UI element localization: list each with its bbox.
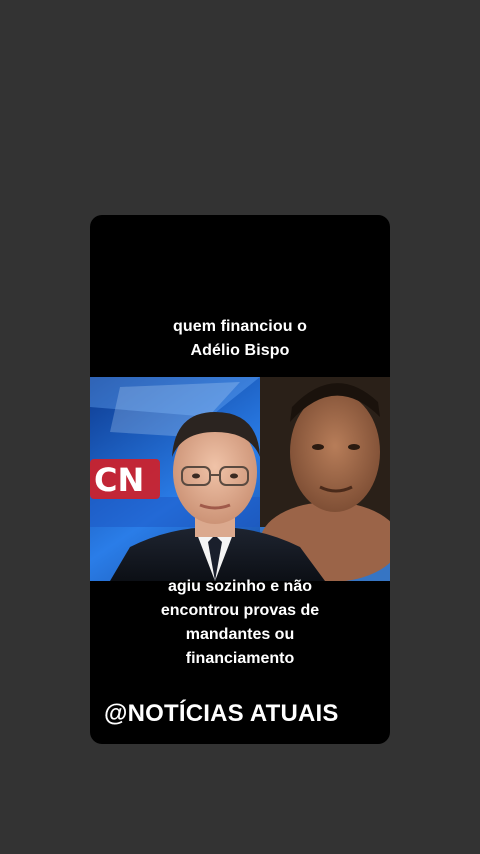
channel-watermark: @NOTÍCIAS ATUAIS [104, 700, 339, 727]
caption-top: quem financiou o Adélio Bispo [90, 315, 390, 363]
logo-text: CN [94, 461, 144, 499]
news-video-frame[interactable]: CN [90, 377, 390, 581]
caption-bottom-line: mandantes ou [185, 626, 295, 643]
caption-top-line: quem financiou o [172, 318, 308, 335]
video-card[interactable]: quem financiou o Adélio Bispo CN agiu so… [90, 215, 390, 744]
caption-bottom-line: agiu sozinho e não [167, 578, 312, 595]
story-viewer: quem financiou o Adélio Bispo CN agiu so… [0, 0, 480, 854]
caption-bottom-line: financiamento [185, 650, 295, 667]
news-scene-image: CN [90, 377, 390, 581]
caption-bottom-line: encontrou provas de [160, 602, 320, 619]
caption-top-line: Adélio Bispo [190, 342, 290, 359]
cnn-logo: CN [90, 459, 160, 499]
caption-bottom: agiu sozinho e não encontrou provas de m… [90, 575, 390, 671]
